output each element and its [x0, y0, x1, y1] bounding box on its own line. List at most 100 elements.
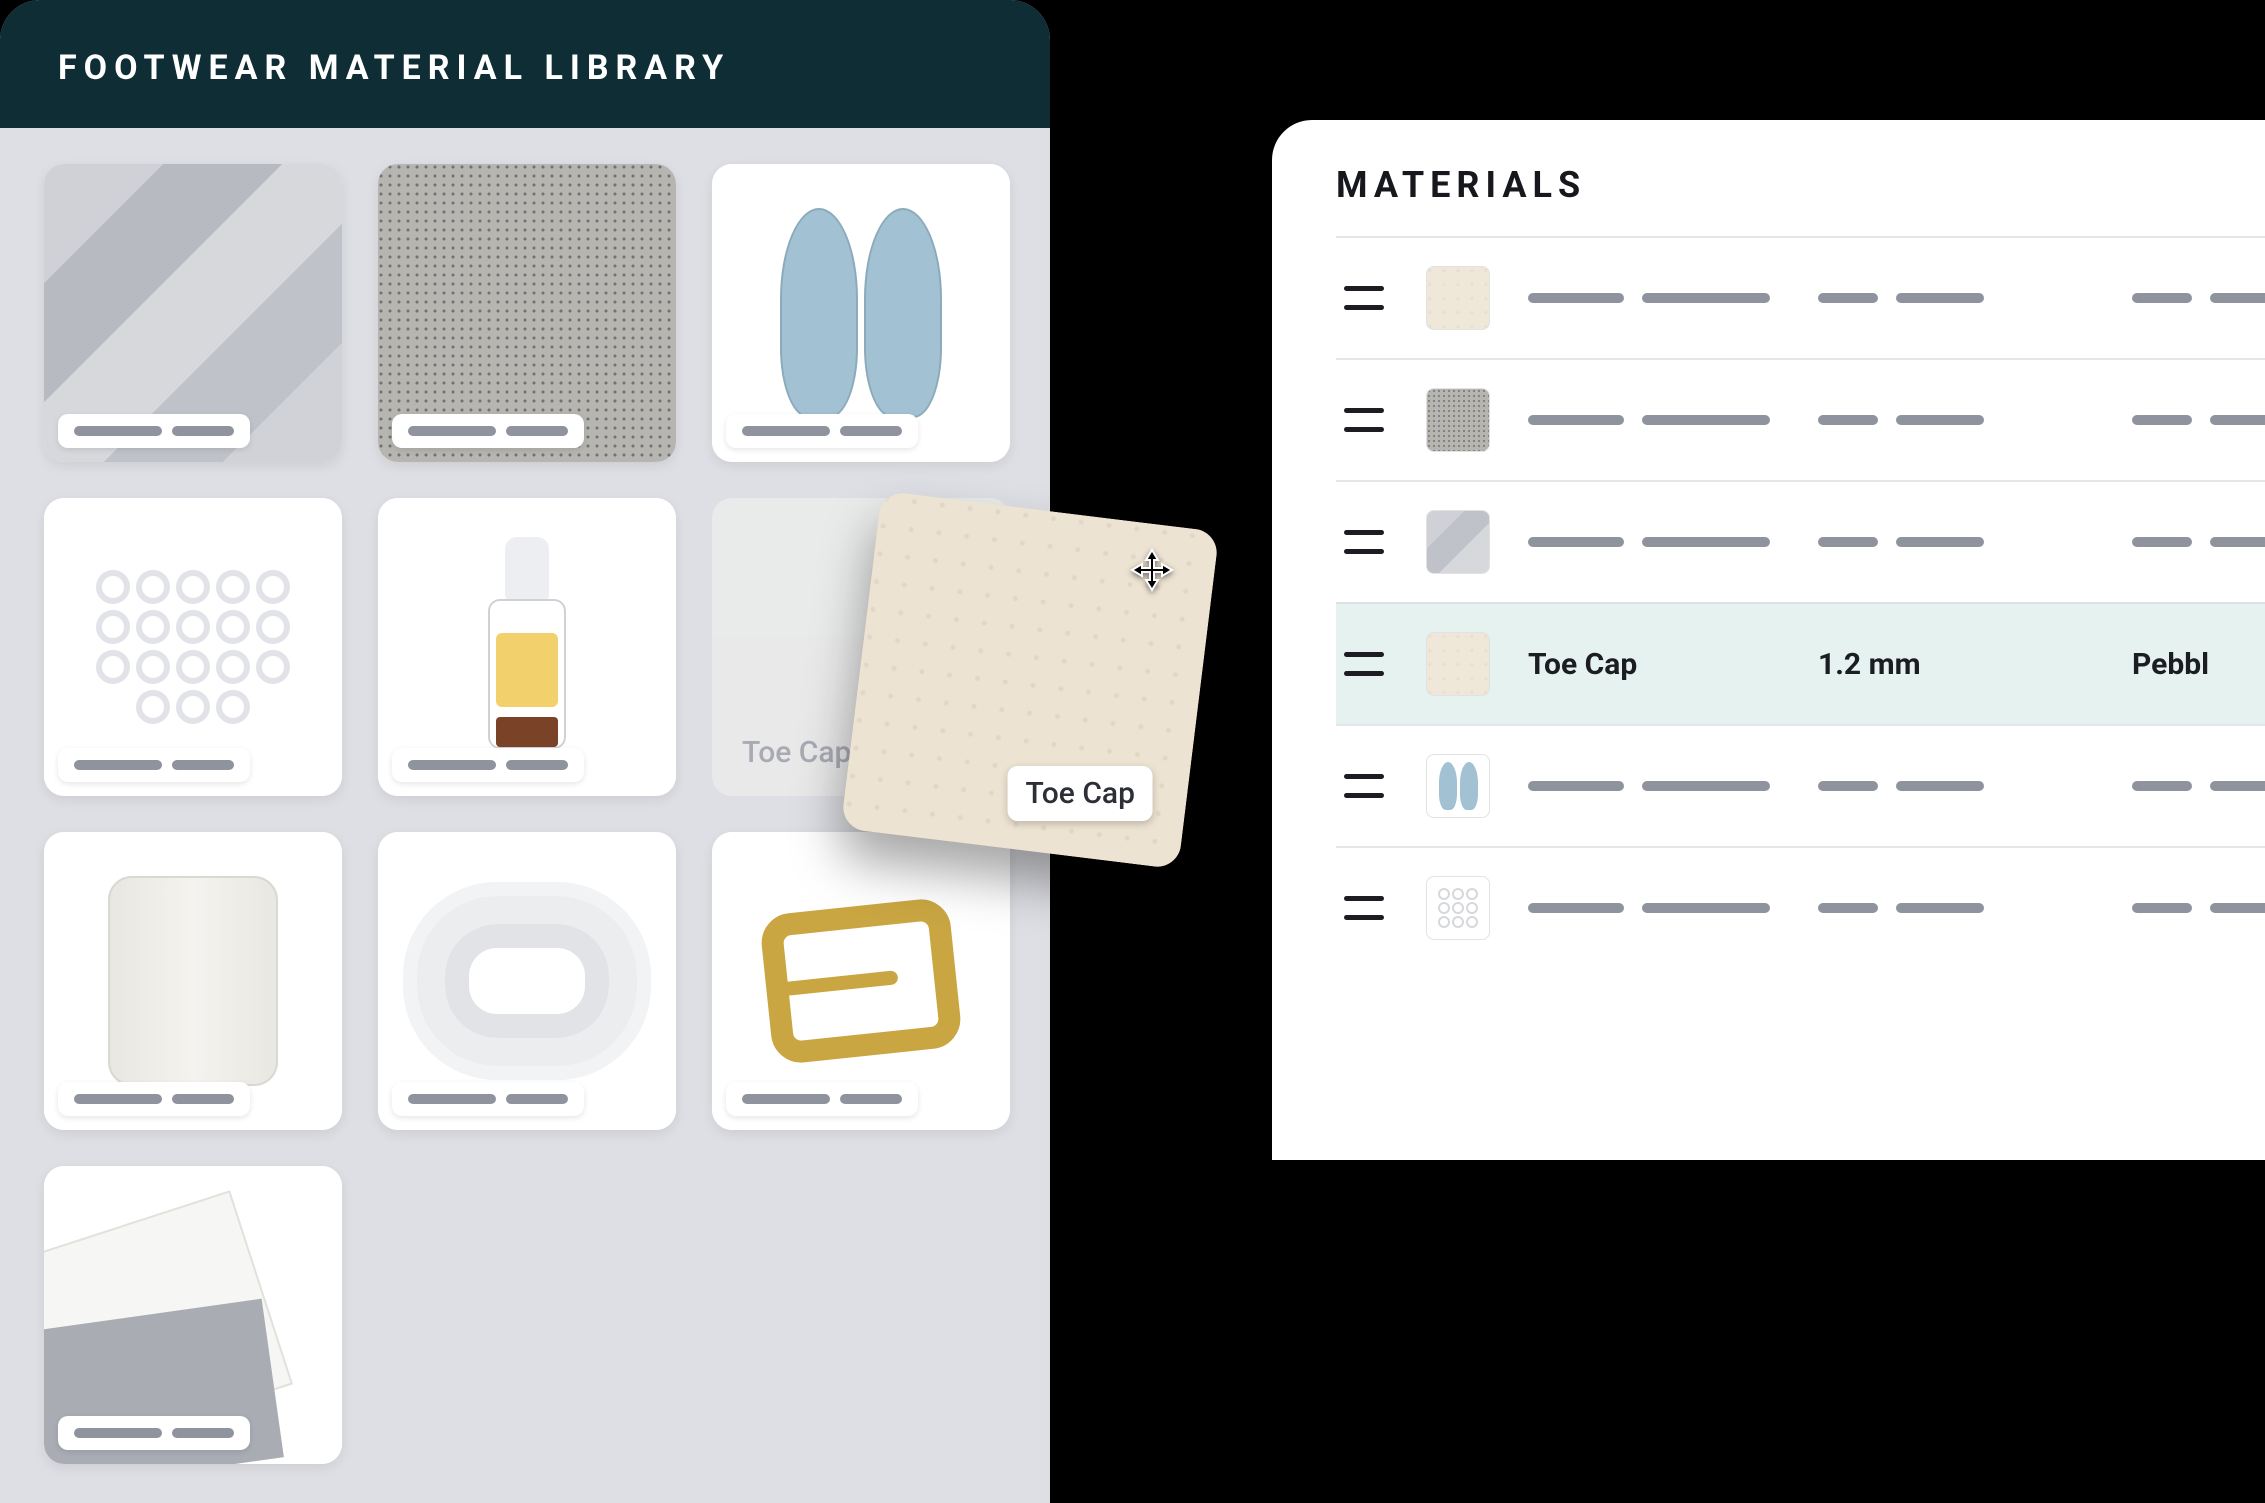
placeholder-bar: [2210, 903, 2265, 913]
placeholder-bar: [506, 760, 568, 770]
drag-handle-icon[interactable]: [1344, 652, 1384, 676]
placeholder-bar: [74, 426, 162, 436]
placeholder-bar: [1642, 903, 1770, 913]
placeholder-bar: [1896, 781, 1984, 791]
placeholder-bar: [172, 426, 234, 436]
drag-handle-icon[interactable]: [1344, 530, 1384, 554]
placeholder-bar: [1642, 781, 1770, 791]
material-thumbnail: [1426, 632, 1490, 696]
materials-row[interactable]: [1336, 236, 2265, 358]
materials-row[interactable]: [1336, 724, 2265, 846]
material-card-glue[interactable]: [378, 498, 676, 796]
drag-handle-icon[interactable]: [1344, 286, 1384, 310]
cell-placeholder: [1528, 293, 1794, 303]
material-card-thread[interactable]: [44, 832, 342, 1130]
library-title: FOOTWEAR MATERIAL LIBRARY: [58, 48, 992, 88]
material-card-label: [58, 1416, 250, 1450]
placeholder-bar: [74, 1094, 162, 1104]
material-card-fabric[interactable]: [44, 164, 342, 462]
placeholder-bar: [172, 1094, 234, 1104]
placeholder-bar: [74, 1428, 162, 1438]
placeholder-bar: [1528, 537, 1624, 547]
placeholder-bar: [408, 426, 496, 436]
drag-handle-icon[interactable]: [1344, 774, 1384, 798]
placeholder-bar: [742, 426, 830, 436]
cell-placeholder: [1528, 903, 1794, 913]
move-cursor-icon: [1130, 548, 1174, 592]
cell-placeholder: [2132, 293, 2265, 303]
materials-row[interactable]: [1336, 358, 2265, 480]
placeholder-bar: [2132, 781, 2192, 791]
material-card-label: [58, 748, 250, 782]
material-card-label: [726, 414, 918, 448]
material-card-buckle[interactable]: [712, 832, 1010, 1130]
drag-handle-icon[interactable]: [1344, 896, 1384, 920]
cell-placeholder: [1818, 415, 2108, 425]
cell-finish: Pebbl: [2132, 647, 2265, 682]
cell-placeholder: [1818, 537, 2108, 547]
placeholder-bar: [840, 1094, 902, 1104]
cell-spec: 1.2 mm: [1818, 647, 2108, 682]
materials-list: Toe Cap 1.2 mm Pebbl: [1336, 236, 2265, 968]
material-card-insoles[interactable]: [712, 164, 1010, 462]
material-card-label: [58, 1082, 250, 1116]
placeholder-bar: [1528, 781, 1624, 791]
material-card-label: [58, 414, 250, 448]
cell-placeholder: [2132, 415, 2265, 425]
placeholder-bar: [2210, 781, 2265, 791]
cell-placeholder: [1818, 781, 2108, 791]
materials-row[interactable]: [1336, 846, 2265, 968]
placeholder-bar: [506, 1094, 568, 1104]
material-card-label-text: Toe Cap: [742, 735, 851, 770]
placeholder-bar: [2210, 293, 2265, 303]
material-thumbnail: [1426, 876, 1490, 940]
placeholder-bar: [1818, 537, 1878, 547]
material-thumbnail: [1426, 388, 1490, 452]
placeholder-bar: [408, 1094, 496, 1104]
placeholder-bar: [506, 426, 568, 436]
placeholder-bar: [2132, 293, 2192, 303]
placeholder-bar: [172, 760, 234, 770]
cell-placeholder: [1818, 903, 2108, 913]
material-card-eyelets[interactable]: [44, 498, 342, 796]
cell-name: Toe Cap: [1528, 647, 1794, 682]
material-card-label: [726, 1082, 918, 1116]
placeholder-bar: [1818, 415, 1878, 425]
placeholder-bar: [2132, 415, 2192, 425]
placeholder-bar: [1896, 903, 1984, 913]
cell-placeholder: [2132, 781, 2265, 791]
cell-placeholder: [1528, 781, 1794, 791]
drag-preview-label: Toe Cap: [1007, 766, 1152, 821]
placeholder-bar: [172, 1428, 234, 1438]
materials-row[interactable]: [1336, 480, 2265, 602]
material-card-foam[interactable]: [44, 1166, 342, 1464]
cell-placeholder: [1528, 537, 1794, 547]
placeholder-bar: [1896, 537, 1984, 547]
placeholder-bar: [1642, 415, 1770, 425]
placeholder-bar: [1642, 293, 1770, 303]
material-card-label: [392, 414, 584, 448]
placeholder-bar: [1896, 415, 1984, 425]
placeholder-bar: [2210, 537, 2265, 547]
placeholder-bar: [408, 760, 496, 770]
material-card-laces[interactable]: [378, 832, 676, 1130]
material-thumbnail: [1426, 510, 1490, 574]
library-header: FOOTWEAR MATERIAL LIBRARY: [0, 0, 1050, 128]
materials-panel: MATERIALS Toe Cap 1.2 mm Pebbl: [1272, 120, 2265, 1160]
material-thumbnail: [1426, 754, 1490, 818]
drag-handle-icon[interactable]: [1344, 408, 1384, 432]
materials-row[interactable]: Toe Cap 1.2 mm Pebbl: [1336, 602, 2265, 724]
placeholder-bar: [74, 760, 162, 770]
placeholder-bar: [1818, 293, 1878, 303]
placeholder-bar: [1818, 903, 1878, 913]
placeholder-bar: [1528, 293, 1624, 303]
placeholder-bar: [1896, 293, 1984, 303]
placeholder-bar: [2132, 903, 2192, 913]
cell-placeholder: [1818, 293, 2108, 303]
placeholder-bar: [2210, 415, 2265, 425]
materials-title: MATERIALS: [1336, 164, 2265, 236]
material-card-label: [392, 748, 584, 782]
placeholder-bar: [1528, 415, 1624, 425]
placeholder-bar: [1642, 537, 1770, 547]
material-card-mesh[interactable]: [378, 164, 676, 462]
